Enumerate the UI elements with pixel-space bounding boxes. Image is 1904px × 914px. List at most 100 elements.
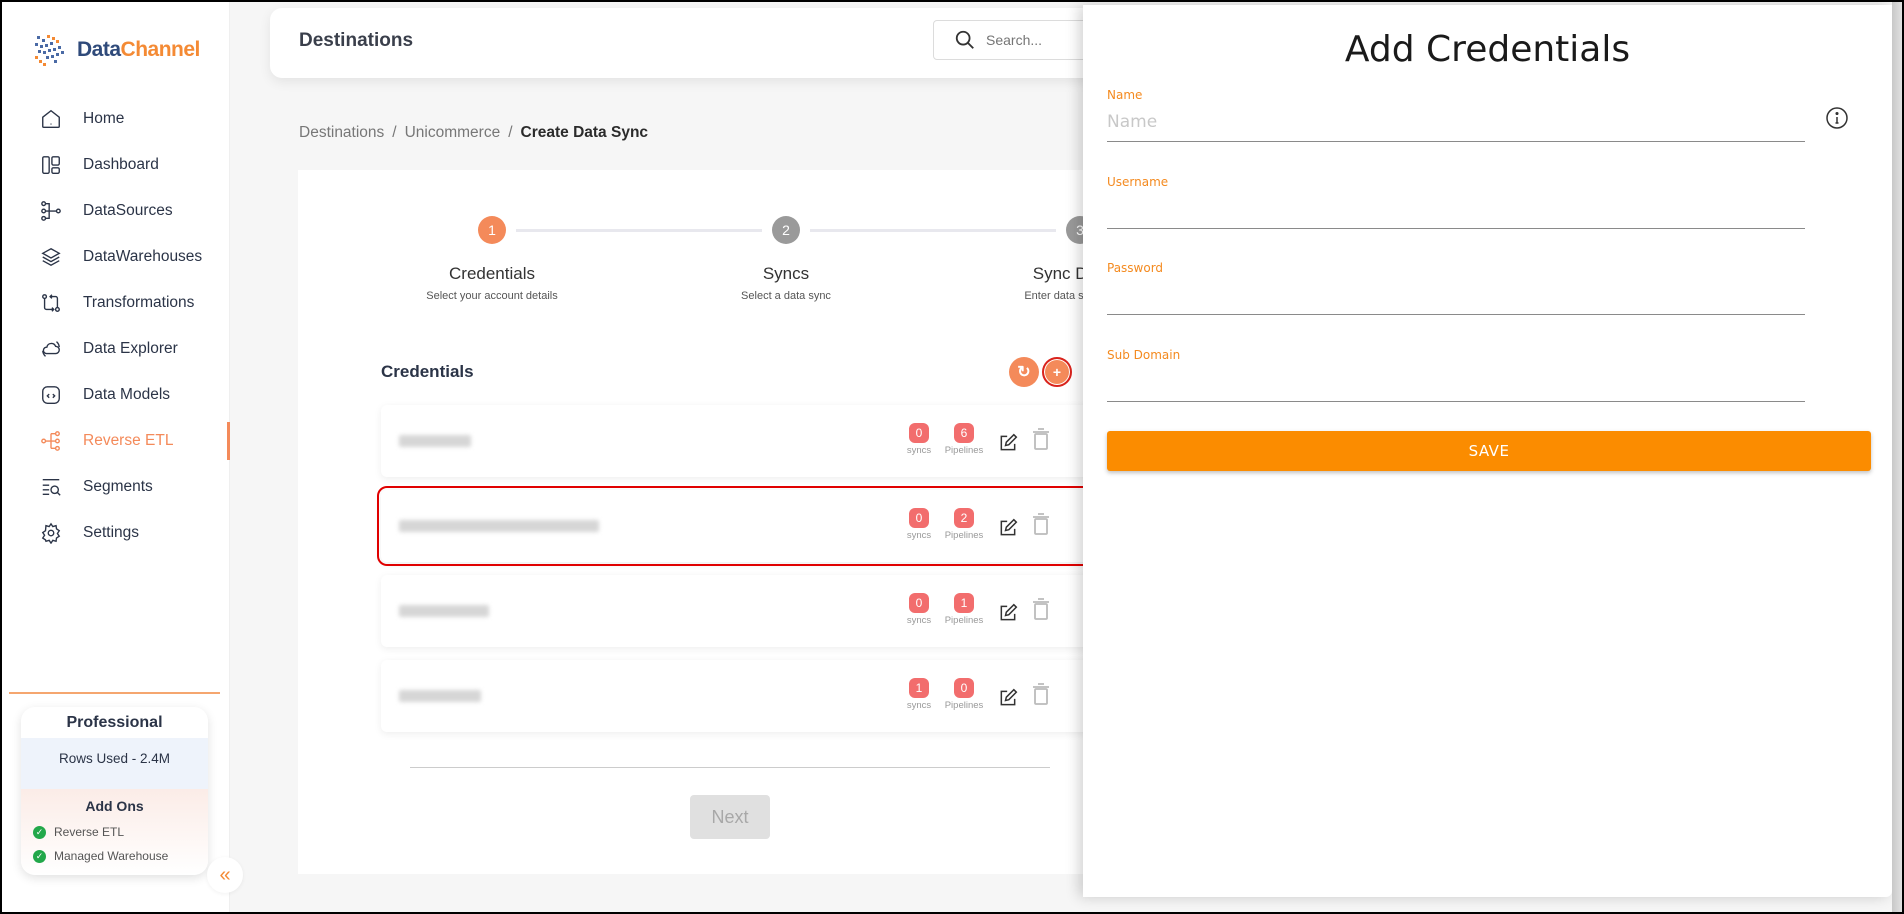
- sidebar-item-label: Data Models: [83, 386, 171, 403]
- pipelines-count: 6 Pipelines: [941, 423, 987, 456]
- cloud-sync-icon: [38, 336, 64, 362]
- addon-item: ✓ Managed Warehouse: [21, 844, 208, 868]
- breadcrumb-separator: /: [392, 124, 397, 141]
- subdomain-input[interactable]: [1107, 362, 1805, 402]
- password-input[interactable]: [1107, 275, 1805, 315]
- logo[interactable]: DataChannel: [29, 30, 200, 70]
- credential-name-blurred: [399, 605, 489, 617]
- sidebar-item-label: Home: [83, 110, 125, 127]
- credential-row[interactable]: 0 syncs 6 Pipelines: [381, 405, 1111, 477]
- name-field: Name: [1107, 88, 1805, 142]
- syncs-badge: 0: [909, 508, 929, 528]
- next-button[interactable]: Next: [690, 795, 770, 839]
- sidebar-item-settings[interactable]: Settings: [2, 510, 230, 556]
- step-2-number: 2: [772, 216, 800, 244]
- pipelines-count: 1 Pipelines: [941, 593, 987, 626]
- plus-icon: +: [1052, 364, 1062, 380]
- breadcrumb-current: Create Data Sync: [520, 124, 649, 141]
- sidebar-item-label: Segments: [83, 478, 153, 495]
- step-1-title: Credentials: [449, 264, 535, 283]
- syncs-label: syncs: [906, 615, 932, 626]
- trash-icon[interactable]: [1031, 682, 1051, 706]
- step-connector: [810, 229, 1056, 232]
- syncs-badge: 0: [909, 423, 929, 443]
- dashboard-icon: [38, 152, 64, 178]
- credential-name-blurred: [399, 520, 599, 532]
- credential-row[interactable]: 1 syncs 0 Pipelines: [381, 660, 1111, 732]
- transform-icon: [38, 290, 64, 316]
- trash-icon[interactable]: [1031, 427, 1051, 451]
- syncs-count: 0 syncs: [896, 593, 942, 626]
- name-input[interactable]: [1107, 102, 1805, 142]
- edit-icon[interactable]: [998, 603, 1018, 623]
- pipelines-count: 0 Pipelines: [941, 678, 987, 711]
- username-label: Username: [1107, 175, 1169, 189]
- sidebar-item-label: DataSources: [83, 202, 173, 219]
- sidebar-item-label: Data Explorer: [83, 340, 178, 357]
- subdomain-field: Sub Domain: [1107, 348, 1805, 402]
- credential-name-blurred: [399, 690, 481, 702]
- add-credentials-drawer: Add Credentials Name Username Password S…: [1083, 5, 1892, 897]
- app-frame: DataChannel Home Dashboard DataSources D…: [2, 2, 1902, 912]
- pipelines-label: Pipelines: [944, 445, 984, 456]
- segments-icon: [38, 474, 64, 500]
- edit-icon[interactable]: [998, 518, 1018, 538]
- sidebar: DataChannel Home Dashboard DataSources D…: [2, 2, 230, 912]
- search-icon: [955, 30, 974, 49]
- edit-icon[interactable]: [998, 433, 1018, 453]
- name-label: Name: [1107, 88, 1143, 102]
- check-circle-icon: ✓: [33, 825, 46, 839]
- create-sync-card: 1 2 3 Credentials Select your account de…: [298, 170, 1136, 874]
- save-button[interactable]: SAVE: [1107, 431, 1871, 471]
- syncs-badge: 1: [909, 678, 929, 698]
- sidebar-item-data-explorer[interactable]: Data Explorer: [2, 326, 230, 372]
- sidebar-item-data-models[interactable]: Data Models: [2, 372, 230, 418]
- pipelines-label: Pipelines: [944, 615, 984, 626]
- sidebar-item-segments[interactable]: Segments: [2, 464, 230, 510]
- trash-icon[interactable]: [1031, 512, 1051, 536]
- pipelines-label: Pipelines: [944, 700, 984, 711]
- sidebar-item-dashboard[interactable]: Dashboard: [2, 142, 230, 188]
- sidebar-item-label: DataWarehouses: [83, 248, 203, 265]
- reverse-etl-icon: [38, 428, 64, 454]
- sidebar-item-datawarehouses[interactable]: DataWarehouses: [2, 234, 230, 280]
- refresh-button[interactable]: ↻: [1009, 357, 1039, 387]
- syncs-count: 0 syncs: [896, 423, 942, 456]
- info-icon[interactable]: [1825, 106, 1849, 130]
- stepper: 1 2 3 Credentials Select your account de…: [298, 216, 1136, 306]
- sidebar-item-transformations[interactable]: Transformations: [2, 280, 230, 326]
- plan-card: Professional Rows Used - 2.4M Add Ons ✓ …: [21, 707, 208, 875]
- sidebar-item-home[interactable]: Home: [2, 96, 230, 142]
- trash-icon[interactable]: [1031, 597, 1051, 621]
- refresh-icon: ↻: [1017, 364, 1031, 381]
- sidebar-item-datasources[interactable]: DataSources: [2, 188, 230, 234]
- credential-row-selected[interactable]: 0 syncs 2 Pipelines: [377, 486, 1115, 566]
- collapse-sidebar-button[interactable]: «: [207, 857, 243, 893]
- edit-icon[interactable]: [998, 688, 1018, 708]
- step-1-number: 1: [478, 216, 506, 244]
- page-title: Destinations: [299, 30, 414, 51]
- sidebar-divider: [9, 692, 220, 694]
- step-2-title: Syncs: [762, 264, 810, 283]
- addons-title: Add Ons: [85, 798, 144, 814]
- rows-used: Rows Used - 2.4M: [21, 738, 208, 789]
- addon-label: Reverse ETL: [54, 825, 125, 839]
- username-input[interactable]: [1107, 189, 1805, 229]
- syncs-label: syncs: [906, 445, 932, 456]
- add-credential-button[interactable]: +: [1042, 357, 1072, 387]
- syncs-count: 1 syncs: [896, 678, 942, 711]
- syncs-count: 0 syncs: [896, 508, 942, 541]
- plan-title: Professional: [66, 714, 163, 731]
- addon-label: Managed Warehouse: [54, 849, 169, 863]
- syncs-label: syncs: [906, 700, 932, 711]
- sidebar-item-label: Settings: [83, 524, 140, 541]
- breadcrumb-unicommerce[interactable]: Unicommerce: [405, 124, 501, 141]
- scrollbar[interactable]: [1892, 2, 1902, 912]
- pipelines-badge: 1: [954, 593, 974, 613]
- username-field: Username: [1107, 175, 1805, 229]
- credential-row[interactable]: 0 syncs 1 Pipelines: [381, 575, 1111, 647]
- sidebar-item-label: Dashboard: [83, 156, 159, 173]
- layers-icon: [38, 244, 64, 270]
- breadcrumb-destinations[interactable]: Destinations: [299, 124, 384, 141]
- sidebar-item-reverse-etl[interactable]: Reverse ETL: [2, 418, 230, 464]
